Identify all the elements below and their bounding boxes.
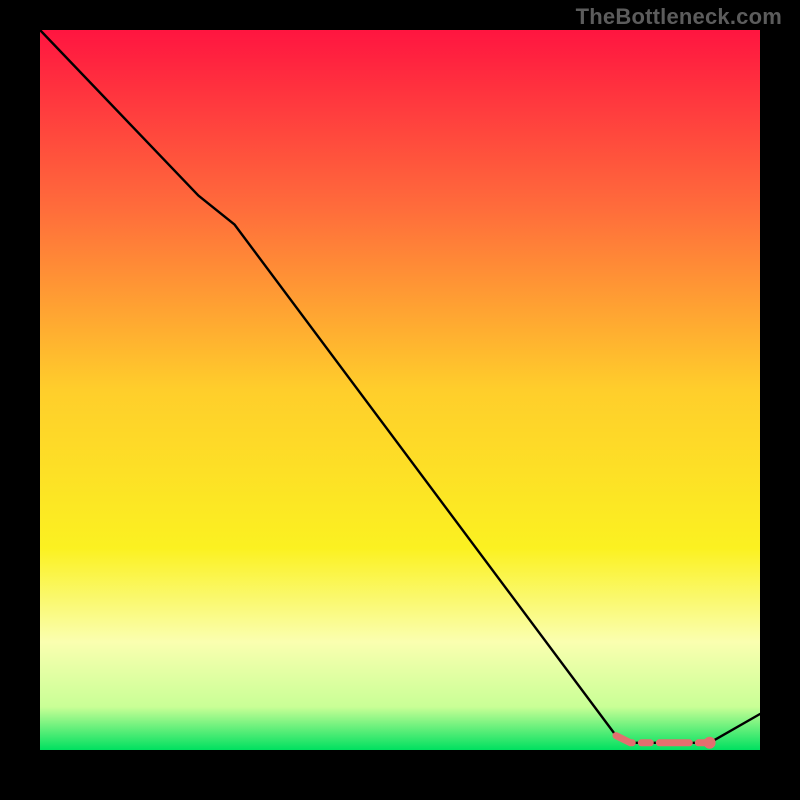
- plot-background: [40, 30, 760, 750]
- chart-frame: { "watermark": "TheBottleneck.com", "cha…: [0, 0, 800, 800]
- chart-canvas: [0, 0, 800, 800]
- endpoint-dot: [704, 737, 716, 749]
